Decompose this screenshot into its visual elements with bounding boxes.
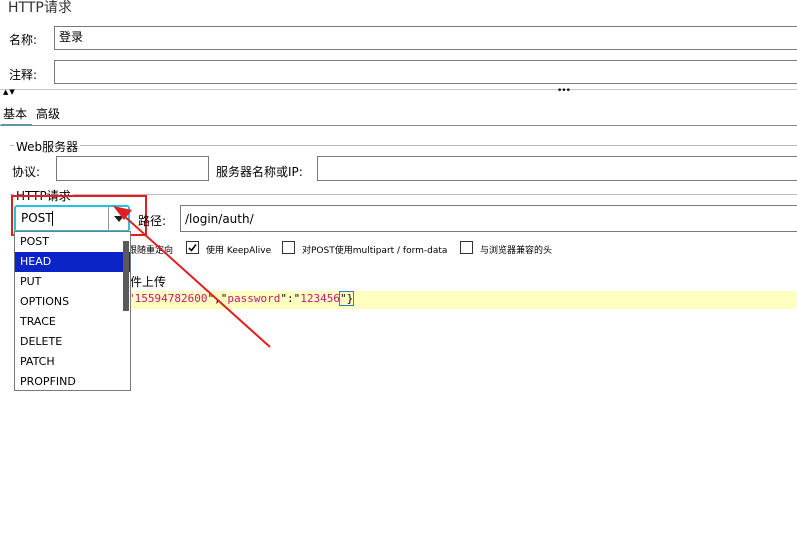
annotation-arrow-icon [113,206,271,348]
